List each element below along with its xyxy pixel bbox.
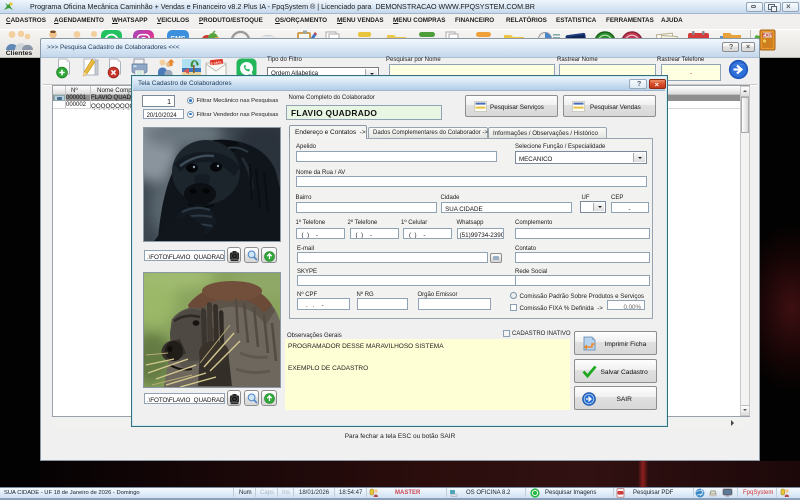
svg-text:EXIT: EXIT (762, 33, 772, 38)
